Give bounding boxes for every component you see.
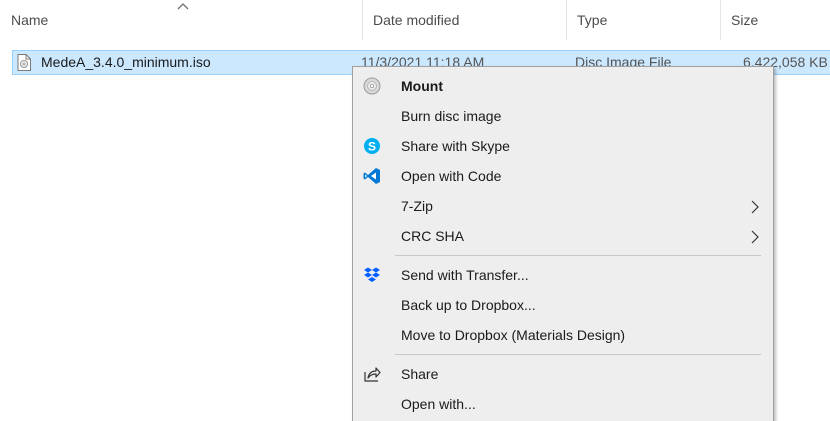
file-name: MedeA_3.4.0_minimum.iso — [41, 54, 211, 70]
column-header-name-label: Name — [11, 12, 49, 28]
menu-item-burn-disc-image[interactable]: Burn disc image — [353, 101, 773, 131]
menu-separator — [395, 354, 761, 355]
menu-item-label: Open with... — [401, 396, 476, 412]
menu-item-7-zip[interactable]: 7-Zip — [353, 191, 773, 221]
disc-image-file-icon — [17, 54, 31, 71]
disc-icon — [363, 77, 381, 95]
vscode-icon — [363, 168, 380, 184]
menu-item-label: Back up to Dropbox... — [401, 297, 536, 313]
menu-item-share-with-skype[interactable]: S Share with Skype — [353, 131, 773, 161]
menu-item-move-to-dropbox[interactable]: Move to Dropbox (Materials Design) — [353, 320, 773, 350]
skype-icon: S — [364, 138, 380, 154]
dropbox-icon — [364, 267, 380, 282]
context-menu: Mount Burn disc image S Share with Skype… — [352, 66, 774, 421]
menu-item-back-up-to-dropbox[interactable]: Back up to Dropbox... — [353, 290, 773, 320]
menu-item-label: Open with Code — [401, 168, 502, 184]
menu-item-label: Send with Transfer... — [401, 267, 529, 283]
chevron-right-icon — [751, 230, 759, 244]
file-explorer-window: Name Date modified Type Size MedeA_3.4.0… — [0, 0, 830, 421]
column-header-size[interactable]: Size — [720, 0, 830, 40]
menu-item-label: Move to Dropbox (Materials Design) — [401, 327, 626, 343]
menu-separator — [395, 255, 761, 256]
svg-text:S: S — [368, 140, 376, 154]
menu-item-label: Share — [401, 366, 439, 382]
menu-item-crc-sha[interactable]: CRC SHA — [353, 221, 773, 251]
menu-item-label: CRC SHA — [401, 228, 465, 244]
column-header-size-label: Size — [731, 12, 759, 28]
menu-item-send-with-transfer[interactable]: Send with Transfer... — [353, 260, 773, 290]
menu-item-label: Mount — [401, 78, 443, 94]
column-header-type-label: Type — [577, 12, 608, 28]
menu-item-share[interactable]: Share — [353, 359, 773, 389]
menu-item-label: Share with Skype — [401, 138, 510, 154]
menu-item-open-with[interactable]: Open with... — [353, 389, 773, 419]
column-header-date-label: Date modified — [373, 12, 460, 28]
chevron-right-icon — [751, 200, 759, 214]
column-header-name[interactable]: Name — [0, 0, 362, 40]
share-icon — [364, 367, 381, 382]
column-header-row: Name Date modified Type Size — [0, 0, 830, 40]
column-header-date-modified[interactable]: Date modified — [362, 0, 566, 40]
menu-item-label: Burn disc image — [401, 108, 502, 124]
sort-ascending-icon — [177, 3, 189, 10]
menu-item-open-with-code[interactable]: Open with Code — [353, 161, 773, 191]
menu-item-mount[interactable]: Mount — [353, 71, 773, 101]
column-header-type[interactable]: Type — [566, 0, 720, 40]
menu-item-label: 7-Zip — [401, 198, 433, 214]
